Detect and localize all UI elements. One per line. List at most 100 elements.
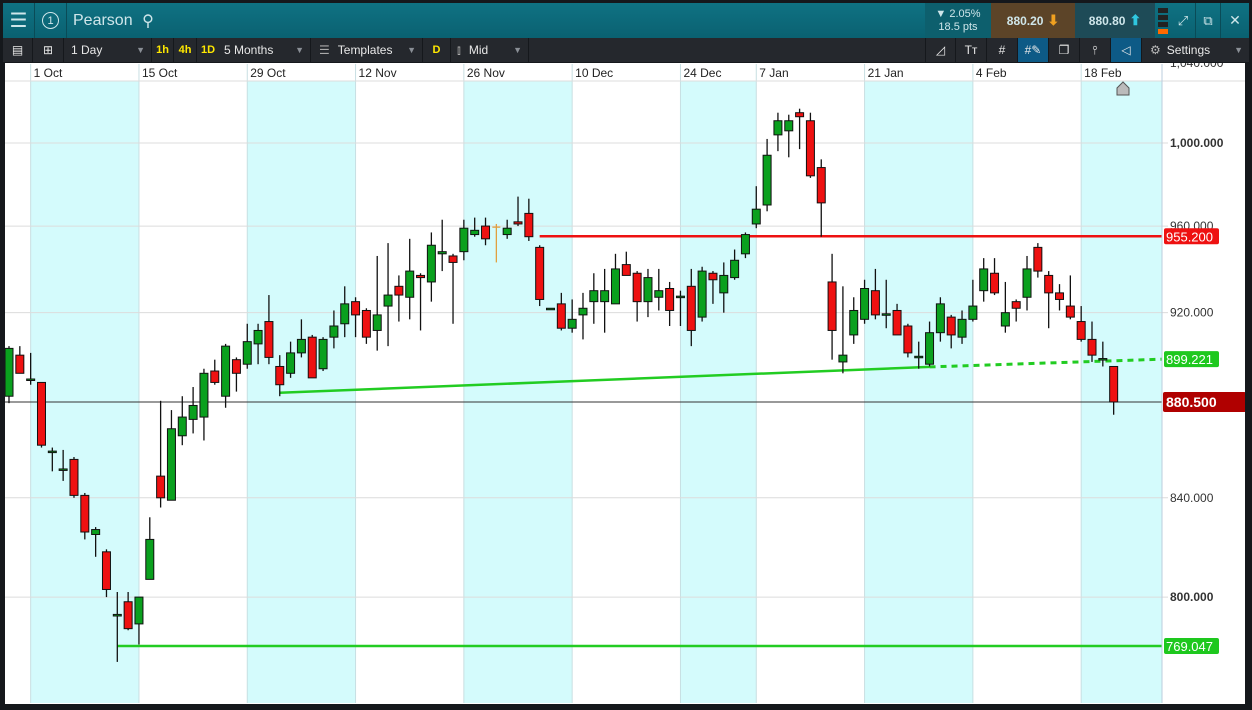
change-percent-value: 2.05% bbox=[949, 7, 981, 20]
expand-icon[interactable]: ⤢ bbox=[1171, 3, 1196, 38]
close-icon[interactable]: ✕ bbox=[1221, 3, 1249, 38]
candle-body bbox=[112, 613, 122, 617]
candle-body bbox=[210, 370, 220, 383]
candle-body bbox=[589, 290, 599, 303]
candle-body bbox=[166, 428, 176, 501]
x-tick-label: 1 Oct bbox=[34, 66, 63, 80]
crosshair-candle-icon[interactable]: ⫯ bbox=[1080, 38, 1111, 62]
candle-body bbox=[134, 596, 144, 625]
candle-body bbox=[69, 458, 79, 496]
candle-body bbox=[979, 268, 989, 292]
buy-button[interactable]: 880.80 ⬆ bbox=[1075, 3, 1155, 38]
candle-body bbox=[361, 309, 371, 338]
candlestick-icon: ⫾ bbox=[457, 42, 461, 57]
instrument-title[interactable]: Pearson bbox=[73, 3, 133, 38]
y-tick-label: 800.000 bbox=[1170, 590, 1214, 604]
price-type-value: Mid bbox=[468, 43, 489, 57]
candle-body bbox=[870, 290, 880, 316]
range-value: 5 Months bbox=[224, 43, 274, 57]
shaded-band bbox=[864, 81, 973, 703]
sell-price: 880.20 bbox=[1006, 13, 1044, 28]
x-tick-label: 26 Nov bbox=[467, 66, 505, 80]
trendline bbox=[279, 365, 930, 395]
shaded-band bbox=[463, 81, 573, 703]
window-number[interactable]: 1 bbox=[35, 3, 67, 38]
gear-icon: ⚙ bbox=[1150, 43, 1161, 57]
candle-body bbox=[795, 112, 805, 118]
arrow-down-icon: ⬇ bbox=[1047, 12, 1060, 28]
candle-body bbox=[231, 359, 241, 374]
sell-button[interactable]: 880.20 ⬇ bbox=[991, 3, 1075, 38]
candle-body bbox=[264, 321, 274, 358]
change-percent: ▼ 2.05% bbox=[935, 7, 981, 20]
layout-icon[interactable]: ⊞ bbox=[33, 38, 64, 62]
interval-dropdown[interactable]: 1 Day ▼ bbox=[64, 38, 152, 62]
candle-body bbox=[935, 303, 945, 334]
candle-body bbox=[4, 347, 14, 397]
candle-body bbox=[394, 285, 404, 296]
candle-body bbox=[221, 345, 231, 397]
candle-body bbox=[957, 318, 967, 338]
layers-icon[interactable]: ❐ bbox=[1049, 38, 1080, 62]
price-tag-icon[interactable]: ◁ bbox=[1111, 38, 1142, 62]
candle-body bbox=[665, 287, 675, 311]
drawing-tool-icon[interactable]: ◿ bbox=[925, 38, 956, 62]
interval-1h-button[interactable]: 1h bbox=[152, 38, 174, 62]
candle-body bbox=[1098, 358, 1108, 361]
text-size-icon[interactable]: Tт bbox=[956, 38, 987, 62]
candle-body bbox=[632, 272, 642, 303]
chevron-down-icon: ▼ bbox=[295, 45, 304, 55]
candle-body bbox=[481, 225, 491, 240]
candle-body bbox=[15, 354, 25, 374]
candle-body bbox=[242, 341, 252, 365]
chevron-down-icon: ▼ bbox=[136, 45, 145, 55]
candle-body bbox=[1065, 305, 1075, 318]
interval-1d-button[interactable]: 1D bbox=[197, 38, 219, 62]
templates-label: Templates bbox=[337, 43, 393, 57]
grid-edit-icon[interactable]: #✎ bbox=[1018, 38, 1049, 62]
sliders-icon: ☰ bbox=[319, 43, 330, 57]
arrow-up-icon: ⬆ bbox=[1129, 12, 1142, 28]
chart-header: ☰ 1 Pearson ⚲ ▼ 2.05% 18.5 pts 880.20 ⬇ 8… bbox=[3, 3, 1249, 38]
price-type-dropdown[interactable]: ⫾ Mid ▼ bbox=[451, 38, 529, 62]
candle-body bbox=[1022, 268, 1032, 298]
settings-dropdown[interactable]: ⚙ Settings ▼ bbox=[1142, 38, 1249, 62]
candle-body bbox=[697, 270, 707, 318]
candle-body bbox=[101, 551, 111, 590]
candle-body bbox=[968, 305, 978, 320]
grid-icon[interactable]: # bbox=[987, 38, 1018, 62]
candle-body bbox=[329, 325, 339, 338]
search-icon[interactable]: ⚲ bbox=[136, 3, 160, 38]
candle-body bbox=[1087, 338, 1097, 356]
candle-body bbox=[686, 285, 696, 331]
candle-body bbox=[416, 274, 426, 279]
candle-body bbox=[1033, 246, 1043, 272]
candle-body bbox=[556, 303, 566, 329]
range-dropdown[interactable]: 5 Months ▼ bbox=[219, 38, 311, 62]
candle-body bbox=[340, 303, 350, 325]
chevron-down-icon: ▼ bbox=[407, 45, 416, 55]
candle-body bbox=[860, 287, 870, 320]
x-tick-label: 7 Jan bbox=[759, 66, 788, 80]
menu-icon[interactable]: ☰ bbox=[3, 3, 35, 38]
candlestick-chart[interactable]: 1 Oct 15 Oct 29 Oct 12 Nov 26 Nov 10 Dec 24 De… bbox=[4, 56, 1246, 704]
templates-dropdown[interactable]: ☰ Templates ▼ bbox=[311, 38, 423, 62]
candle-body bbox=[437, 251, 447, 255]
interval-4h-button[interactable]: 4h bbox=[174, 38, 197, 62]
candle-body bbox=[773, 120, 783, 136]
candle-body bbox=[156, 475, 166, 499]
x-tick-label: 18 Feb bbox=[1084, 66, 1122, 80]
list-icon[interactable]: ▤ bbox=[3, 38, 33, 62]
candle-body bbox=[383, 294, 393, 307]
candle-body bbox=[805, 120, 815, 177]
y-tick-label: 1,040.000 bbox=[1170, 63, 1224, 70]
candle-body bbox=[47, 450, 57, 454]
popout-icon[interactable]: ⧉ bbox=[1196, 3, 1221, 38]
x-tick-label: 12 Nov bbox=[359, 66, 397, 80]
d-button[interactable]: D bbox=[423, 38, 451, 62]
y-tick-label: 920.000 bbox=[1170, 306, 1214, 320]
candle-body bbox=[610, 268, 620, 305]
chart-area[interactable]: 1 Oct 15 Oct 29 Oct 12 Nov 26 Nov 10 Dec 24 De… bbox=[4, 56, 1246, 704]
last-price-label: 880.500 bbox=[1166, 394, 1217, 410]
candle-body bbox=[827, 281, 837, 331]
